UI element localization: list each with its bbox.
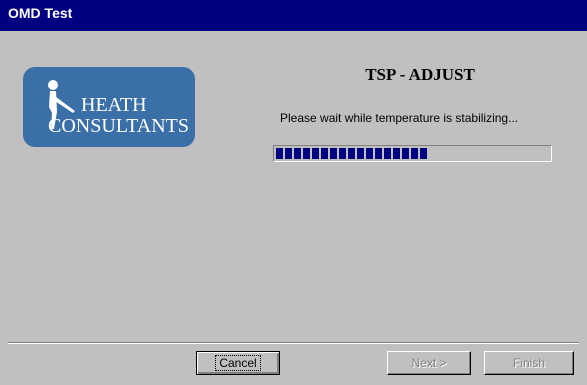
- heath-consultants-logo: HEATH CONSULTANTS: [23, 67, 195, 147]
- status-message: Please wait while temperature is stabili…: [280, 111, 519, 125]
- logo-text-heath: HEATH: [81, 94, 147, 116]
- button-separator: [8, 342, 579, 344]
- logo-text-consultants: CONSULTANTS: [48, 115, 190, 137]
- cancel-button-label: Cancel: [215, 355, 261, 371]
- window-title: OMD Test: [8, 5, 73, 21]
- finish-button[interactable]: Finish: [484, 351, 574, 375]
- cancel-button[interactable]: Cancel: [196, 351, 280, 375]
- title-bar[interactable]: OMD Test: [0, 0, 587, 31]
- progress-bar: [273, 145, 552, 162]
- progress-fill: [276, 148, 429, 159]
- next-button[interactable]: Next >: [387, 351, 471, 375]
- page-title: TSP - ADJUST: [365, 65, 475, 84]
- wizard-window: OMD Test HEATH CONSULTANTS TSP - ADJUST …: [0, 0, 587, 385]
